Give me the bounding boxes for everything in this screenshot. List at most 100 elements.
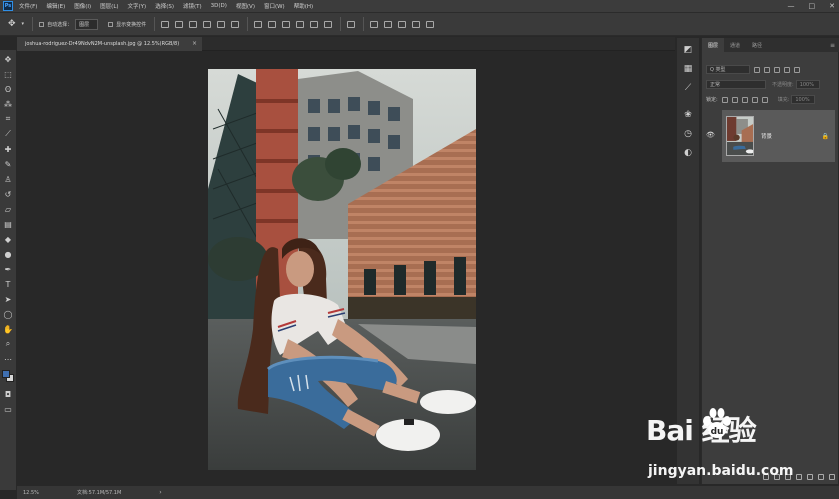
lock-image-icon[interactable] bbox=[731, 96, 738, 103]
filter-smart-object-icon[interactable] bbox=[794, 66, 800, 73]
distribute-bottom-icon[interactable] bbox=[282, 20, 291, 28]
tab-layers[interactable]: 图层 bbox=[702, 38, 725, 52]
quick-mask-icon[interactable]: ◘ bbox=[3, 389, 13, 399]
zoom-level[interactable]: 12.5% bbox=[17, 490, 57, 496]
eraser-tool-icon[interactable]: ▱ bbox=[3, 204, 13, 214]
menu-view[interactable]: 视图(V) bbox=[236, 2, 255, 10]
move-tool-icon[interactable]: ✥ bbox=[8, 19, 16, 29]
fill-label: 填充: bbox=[777, 97, 790, 103]
align-left-icon[interactable] bbox=[203, 20, 212, 28]
maximize-button[interactable]: □ bbox=[809, 2, 816, 10]
layer-thumbnail bbox=[726, 116, 754, 156]
filter-shape-icon[interactable] bbox=[784, 66, 790, 73]
menu-help[interactable]: 帮助(H) bbox=[294, 2, 313, 10]
brush-tool-icon[interactable]: ✎ bbox=[3, 159, 13, 169]
document-tab[interactable]: joshua-rodriguez-Dr49NdvN2M-unsplash.jpg… bbox=[17, 37, 202, 51]
distribute-horizontal-center-icon[interactable] bbox=[310, 20, 319, 28]
layer-row-background[interactable]: 背景 🔒 bbox=[722, 110, 835, 162]
align-bottom-icon[interactable] bbox=[189, 20, 198, 28]
distribute-top-icon[interactable] bbox=[254, 20, 263, 28]
menu-edit[interactable]: 编辑(E) bbox=[46, 2, 65, 10]
3d-slide-icon[interactable] bbox=[412, 20, 421, 28]
document-image[interactable] bbox=[208, 69, 476, 470]
color-panel-icon[interactable]: ◩ bbox=[683, 44, 694, 55]
auto-select-dropdown[interactable]: 图层 bbox=[75, 18, 99, 30]
menu-file[interactable]: 文件(F) bbox=[19, 2, 37, 10]
tab-paths[interactable]: 路径 bbox=[746, 38, 768, 52]
3d-scale-icon[interactable] bbox=[426, 20, 435, 28]
distribute-vertical-center-icon[interactable] bbox=[268, 20, 277, 28]
menu-select[interactable]: 选择(S) bbox=[155, 2, 174, 10]
dodge-tool-icon[interactable]: ● bbox=[3, 249, 13, 259]
align-vertical-center-icon[interactable] bbox=[175, 20, 184, 28]
layer-name[interactable]: 背景 bbox=[761, 132, 772, 140]
gradient-tool-icon[interactable]: ▤ bbox=[3, 219, 13, 229]
history-panel-icon[interactable]: ◷ bbox=[683, 128, 694, 139]
menu-filter[interactable]: 滤镜(T) bbox=[183, 2, 202, 10]
align-right-icon[interactable] bbox=[231, 20, 240, 28]
pen-tool-icon[interactable]: ✒ bbox=[3, 264, 13, 274]
lock-artboard-icon[interactable] bbox=[751, 96, 758, 103]
filter-type-icon[interactable] bbox=[774, 66, 780, 73]
swatches-panel-icon[interactable]: ▦ bbox=[683, 63, 694, 74]
menu-layer[interactable]: 图层(L) bbox=[100, 2, 118, 10]
magic-wand-tool-icon[interactable]: ⁂ bbox=[3, 99, 13, 109]
transform-controls-checkbox[interactable] bbox=[108, 21, 114, 27]
tab-channels[interactable]: 通道 bbox=[724, 38, 746, 52]
divider bbox=[32, 17, 34, 31]
properties-panel-icon[interactable]: ⟋ bbox=[683, 82, 694, 93]
hand-tool-icon[interactable]: ✋ bbox=[3, 324, 13, 334]
blend-mode-dropdown[interactable]: 正常 bbox=[706, 80, 766, 89]
type-tool-icon[interactable]: T bbox=[3, 279, 13, 289]
fill-input[interactable]: 100% bbox=[791, 95, 816, 104]
menu-3d[interactable]: 3D(D) bbox=[211, 3, 227, 9]
filter-adjustment-icon[interactable] bbox=[764, 66, 770, 73]
screen-mode-icon[interactable]: ▭ bbox=[3, 404, 13, 414]
color-swatches[interactable] bbox=[2, 369, 14, 383]
history-brush-tool-icon[interactable]: ↺ bbox=[3, 189, 13, 199]
more-tools-icon[interactable]: ⋯ bbox=[3, 354, 13, 364]
marquee-tool-icon[interactable]: ⬚ bbox=[3, 69, 13, 79]
zoom-tool-icon[interactable]: ⌕ bbox=[3, 339, 13, 349]
lock-transparent-icon[interactable] bbox=[721, 96, 728, 103]
brush-settings-panel-icon[interactable]: ❀ bbox=[683, 109, 694, 120]
menu-type[interactable]: 文字(Y) bbox=[128, 2, 147, 10]
align-horizontal-center-icon[interactable] bbox=[217, 20, 226, 28]
align-top-icon[interactable] bbox=[161, 20, 170, 28]
divider bbox=[154, 17, 156, 31]
transform-controls-option[interactable]: 显示变换控件 bbox=[108, 21, 146, 28]
layer-kind-filter[interactable]: Q 类型 bbox=[706, 65, 750, 74]
foreground-color-swatch[interactable] bbox=[2, 370, 10, 378]
3d-roll-icon[interactable] bbox=[384, 20, 393, 28]
auto-align-icon[interactable] bbox=[347, 20, 356, 28]
panel-menu-icon[interactable]: ≡ bbox=[830, 42, 835, 49]
lock-position-icon[interactable] bbox=[741, 96, 748, 103]
status-info-arrow-icon[interactable]: › bbox=[159, 489, 161, 496]
path-selection-tool-icon[interactable]: ➤ bbox=[3, 294, 13, 304]
crop-tool-icon[interactable]: ⌗ bbox=[3, 114, 13, 124]
close-button[interactable]: ✕ bbox=[829, 2, 835, 10]
shape-tool-icon[interactable]: ◯ bbox=[3, 309, 13, 319]
3d-pan-icon[interactable] bbox=[398, 20, 407, 28]
auto-select-checkbox[interactable] bbox=[39, 21, 45, 27]
lasso-tool-icon[interactable]: ʘ bbox=[3, 84, 13, 94]
minimize-button[interactable]: — bbox=[788, 2, 795, 10]
distribute-right-icon[interactable] bbox=[324, 20, 333, 28]
menu-image[interactable]: 图像(I) bbox=[74, 2, 91, 10]
tool-preset-dropdown[interactable]: ▾ bbox=[22, 21, 25, 27]
clone-stamp-tool-icon[interactable]: ♙ bbox=[3, 174, 13, 184]
distribute-left-icon[interactable] bbox=[296, 20, 305, 28]
filter-pixel-icon[interactable] bbox=[754, 66, 760, 73]
visibility-eye-icon[interactable]: 👁 bbox=[706, 131, 715, 140]
blur-tool-icon[interactable]: ◆ bbox=[3, 234, 13, 244]
close-tab-icon[interactable]: × bbox=[192, 40, 197, 47]
menu-window[interactable]: 窗口(W) bbox=[264, 2, 285, 10]
healing-brush-tool-icon[interactable]: ✚ bbox=[3, 144, 13, 154]
auto-select-option[interactable]: 自动选择： 图层 bbox=[39, 18, 99, 30]
3d-orbit-icon[interactable] bbox=[370, 20, 379, 28]
opacity-input[interactable]: 100% bbox=[795, 80, 820, 89]
eyedropper-tool-icon[interactable]: ⟋ bbox=[3, 129, 13, 139]
adjustments-panel-icon[interactable]: ◐ bbox=[683, 147, 694, 158]
move-tool-icon[interactable]: ✥ bbox=[3, 54, 13, 64]
lock-all-icon[interactable] bbox=[761, 96, 768, 103]
